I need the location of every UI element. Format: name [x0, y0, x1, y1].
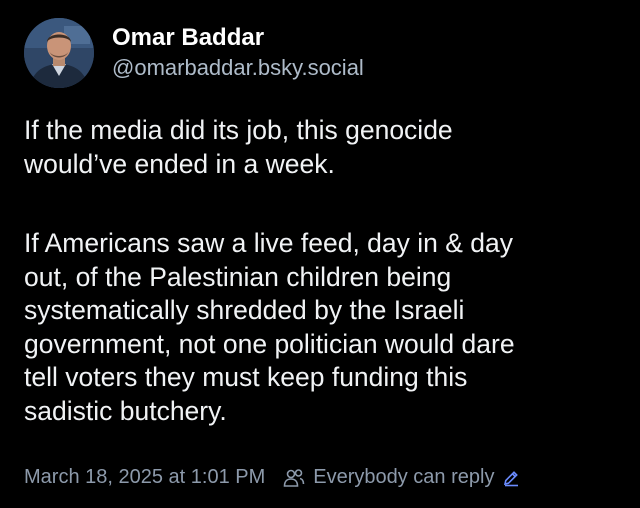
post-line: If the media did its job, this genocide	[24, 115, 453, 145]
post-line: would’ve ended in a week.	[24, 148, 335, 179]
reply-setting[interactable]: Everybody can reply	[313, 466, 494, 489]
post-line: systematically shredded by the Israeli	[24, 295, 465, 325]
post-meta: March 18, 2025 at 1:01 PM Everybody can …	[24, 466, 520, 489]
post-line: sadistic butchery.	[24, 395, 227, 426]
avatar[interactable]	[24, 18, 94, 88]
pencil-icon[interactable]	[502, 469, 520, 487]
display-name[interactable]: Omar Baddar	[112, 23, 364, 53]
post-timestamp[interactable]: March 18, 2025 at 1:01 PM	[24, 466, 265, 489]
post-line: out, of the Palestinian children being	[24, 261, 452, 292]
post-line: government, not one politician would dar…	[24, 328, 515, 359]
post-author[interactable]: Omar Baddar @omarbaddar.bsky.social	[24, 18, 364, 88]
avatar-image	[24, 18, 94, 88]
post-line: tell voters they must keep funding this	[24, 362, 468, 392]
people-icon	[283, 468, 305, 488]
post-paragraph-2: If Americans saw a live feed, day in & d…	[24, 227, 624, 428]
user-handle[interactable]: @omarbaddar.bsky.social	[112, 53, 364, 83]
post-card: Omar Baddar @omarbaddar.bsky.social If t…	[0, 0, 640, 508]
post-line: If Americans saw a live feed, day in & d…	[24, 228, 514, 258]
post-text: If the media did its job, this genocide …	[24, 114, 624, 428]
post-paragraph-1: If the media did its job, this genocide …	[24, 114, 624, 181]
